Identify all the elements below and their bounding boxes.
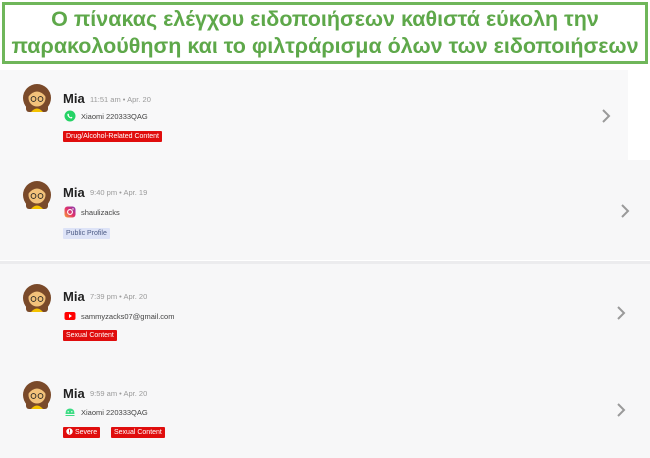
caption-banner: Ο πίνακας ελέγχου ειδοποιήσεων καθιστά ε… [2, 2, 648, 64]
tag-severe: Severe [63, 427, 101, 438]
alert-circle-icon [66, 428, 73, 435]
alert-time: 7:39 pm • Apr. 20 [90, 292, 148, 301]
android-icon [65, 408, 75, 416]
user-name: Mia [63, 91, 85, 106]
tag-sexual-content: Sexual Content [63, 330, 117, 341]
user-name: Mia [63, 185, 85, 200]
avatar [23, 84, 51, 112]
tag-drug-alcohol: Drug/Alcohol-Related Content [63, 131, 162, 142]
chevron-right-icon[interactable] [620, 204, 630, 218]
chevron-right-icon[interactable] [616, 403, 626, 417]
chevron-right-icon[interactable] [616, 306, 626, 320]
user-name: Mia [63, 289, 85, 304]
device-label: shaulizacks [81, 208, 120, 217]
device-label: Xiaomi 220333QAG [81, 408, 148, 417]
tag-severe-label: Severe [74, 429, 98, 436]
caption-line-2: παρακολούθηση και το φιλτράρισμα όλων τω… [11, 34, 639, 58]
device-label: Xiaomi 220333QAG [81, 112, 148, 121]
avatar [23, 181, 51, 209]
caption-line-1: Ο πίνακας ελέγχου ειδοποιήσεων καθιστά ε… [51, 7, 599, 31]
alert-time: 11:51 am • Apr. 20 [90, 95, 151, 104]
alert-time: 9:40 pm • Apr. 19 [90, 188, 148, 197]
tag-sexual-content: Sexual Content [111, 427, 165, 438]
youtube-icon [64, 312, 76, 320]
avatar [23, 381, 51, 409]
avatar [23, 284, 51, 312]
user-name: Mia [63, 386, 85, 401]
tag-public-profile: Public Profile [63, 228, 110, 239]
device-label: sammyzacks07@gmail.com [81, 312, 175, 321]
chevron-right-icon[interactable] [601, 109, 611, 123]
alert-time: 9:59 am • Apr. 20 [90, 389, 148, 398]
whatsapp-icon [64, 110, 76, 122]
instagram-icon [64, 206, 76, 218]
